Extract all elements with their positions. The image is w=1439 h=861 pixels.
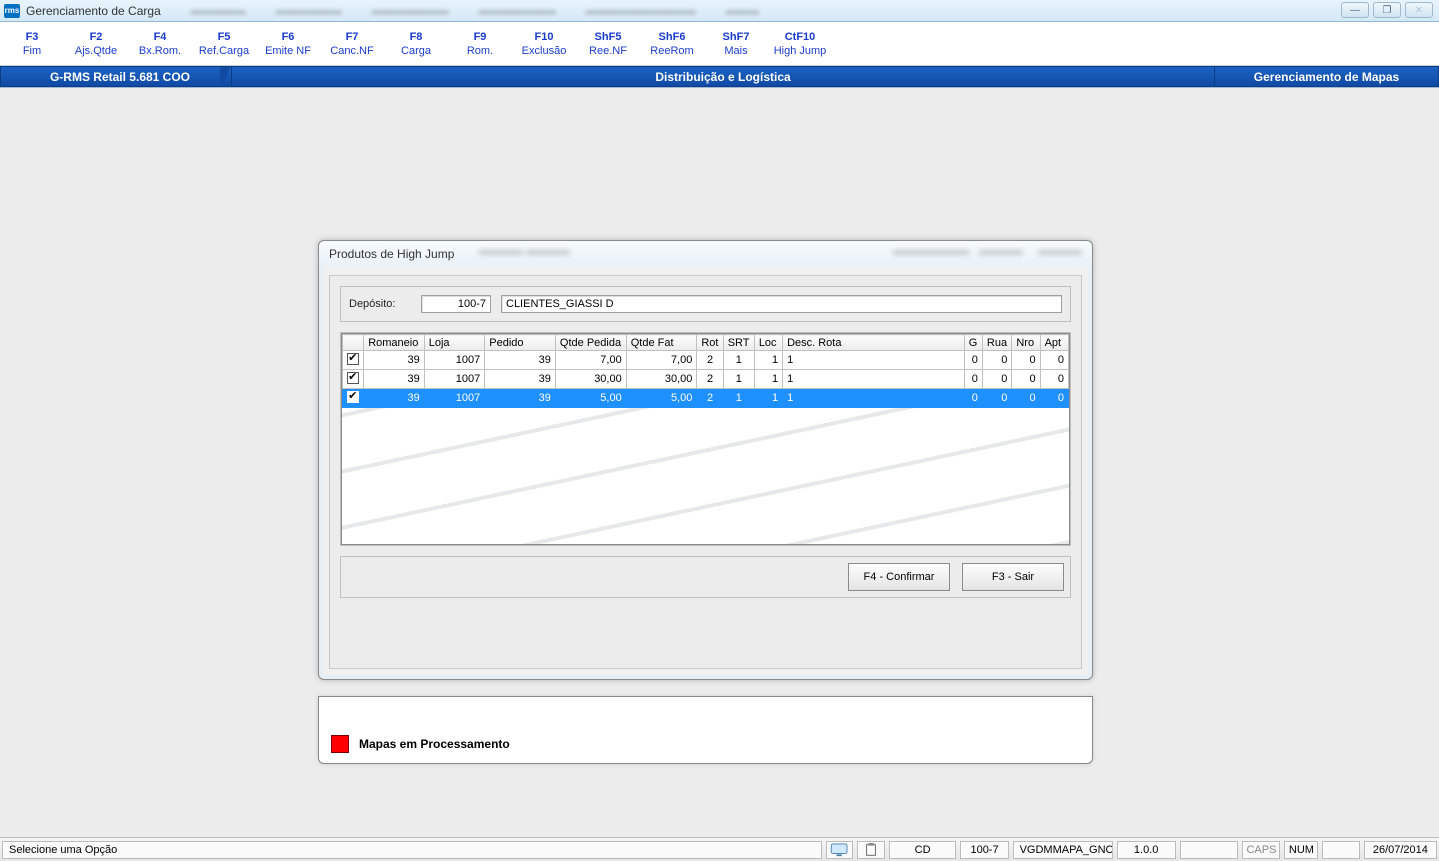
processing-label: Mapas em Processamento [359,737,510,751]
col-pedido[interactable]: Pedido [485,335,556,351]
row-checkbox[interactable] [343,370,364,389]
processing-panel: Mapas em Processamento [318,696,1093,764]
fkey-f8-carga[interactable]: F8Carga [384,22,448,65]
col-g[interactable]: G [964,335,982,351]
fkey-f6-emitenf[interactable]: F6Emite NF [256,22,320,65]
row-checkbox[interactable] [343,351,364,370]
fkey-shf5-reenf[interactable]: ShF5Ree.NF [576,22,640,65]
status-clipboard-icon[interactable] [857,841,884,859]
grid-header: Romaneio Loja Pedido Qtde Pedida Qtde Fa… [343,335,1069,351]
col-loja[interactable]: Loja [424,335,485,351]
col-nro[interactable]: Nro [1012,335,1040,351]
status-date: 26/07/2014 [1364,841,1437,859]
workspace: Produtos de High Jump ▬▬▬▬ ▬▬▬▬▬▬▬▬▬▬▬ ▬… [0,88,1439,832]
window-title: Gerenciamento de Carga [26,4,161,18]
fkey-f7-cancnf[interactable]: F7Canc.NF [320,22,384,65]
maximize-button[interactable]: ❐ [1373,2,1401,18]
table-row[interactable]: 391007395,005,0021110000 [343,389,1069,408]
fkey-f4-bxrom[interactable]: F4Bx.Rom. [128,22,192,65]
ribbon: G-RMS Retail 5.681 COO Distribuição e Lo… [0,66,1439,88]
exit-button[interactable]: F3 - Sair [962,563,1064,591]
col-srt[interactable]: SRT [723,335,754,351]
fkey-f2-ajsqtde[interactable]: F2Ajs.Qtde [64,22,128,65]
minimize-button[interactable]: — [1341,2,1369,18]
fkey-f9-rom[interactable]: F9Rom. [448,22,512,65]
fkey-ctf10-highjump[interactable]: CtF10High Jump [768,22,832,65]
fkey-shf6-reerom[interactable]: ShF6ReeRom [640,22,704,65]
fkey-f10-exclusao[interactable]: F10Exclusão [512,22,576,65]
row-checkbox[interactable] [343,389,364,408]
status-version: 1.0.0 [1117,841,1176,859]
ribbon-app-name: G-RMS Retail 5.681 COO [0,66,232,87]
ribbon-screen: Gerenciamento de Mapas [1214,66,1439,87]
deposito-name-field[interactable]: CLIENTES_GIASSI D [501,295,1062,313]
col-romaneio[interactable]: Romaneio [364,335,425,351]
status-monitor-icon[interactable] [826,841,853,859]
fkey-f5-refcarga[interactable]: F5Ref.Carga [192,22,256,65]
ribbon-module: Distribuição e Logística [231,66,1215,87]
col-rua[interactable]: Rua [982,335,1011,351]
dialog-button-bar: F4 - Confirmar F3 - Sair [340,556,1071,598]
highjump-products-dialog: Produtos de High Jump ▬▬▬▬ ▬▬▬▬▬▬▬▬▬▬▬ ▬… [318,240,1093,680]
title-bar: rms Gerenciamento de Carga ▬▬▬▬▬▬▬▬▬▬▬▬▬… [0,0,1439,22]
dialog-blurred-bg: ▬▬▬▬ ▬▬▬▬▬▬▬▬▬▬▬ ▬▬▬▬ ▬▬▬▬ [479,245,1082,275]
products-grid[interactable]: Romaneio Loja Pedido Qtde Pedida Qtde Fa… [341,333,1070,545]
status-num: NUM [1284,841,1318,859]
col-desc-rota[interactable]: Desc. Rota [783,335,965,351]
col-qtde-pedida[interactable]: Qtde Pedida [555,335,626,351]
col-check[interactable] [343,335,364,351]
col-rot[interactable]: Rot [697,335,723,351]
deposito-label: Depósito: [349,298,411,310]
col-apt[interactable]: Apt [1040,335,1068,351]
app-icon: rms [4,4,20,18]
status-program: VGDMMAPA_GNC [1013,841,1113,859]
status-caps: CAPS [1242,841,1280,859]
fkey-f3-fim[interactable]: F3Fim [0,22,64,65]
title-blurred-area: ▬▬▬▬▬▬▬▬▬▬▬▬▬▬▬▬▬▬▬▬▬▬▬▬▬▬▬▬▬▬▬▬▬▬▬▬▬▬ [191,5,759,17]
dialog-title: Produtos de High Jump [329,247,454,261]
status-bar: Selecione uma Opção CD 100-7 VGDMMAPA_GN… [0,837,1439,861]
function-key-menu: F3Fim F2Ajs.Qtde F4Bx.Rom. F5Ref.Carga F… [0,22,1439,66]
confirm-button[interactable]: F4 - Confirmar [848,563,950,591]
deposito-code-field[interactable]: 100-7 [421,295,491,313]
table-row[interactable]: 3910073930,0030,0021110000 [343,370,1069,389]
status-cd: CD [889,841,957,859]
deposito-group: Depósito: 100-7 CLIENTES_GIASSI D [340,286,1071,322]
fkey-shf7-mais[interactable]: ShF7Mais [704,22,768,65]
col-qtde-fat[interactable]: Qtde Fat [626,335,697,351]
processing-indicator-icon [331,735,349,753]
status-hint: Selecione uma Opção [2,841,822,859]
status-deposito: 100-7 [960,841,1008,859]
col-loc[interactable]: Loc [754,335,782,351]
close-button[interactable]: ✕ [1405,2,1433,18]
table-row[interactable]: 391007397,007,0021110000 [343,351,1069,370]
